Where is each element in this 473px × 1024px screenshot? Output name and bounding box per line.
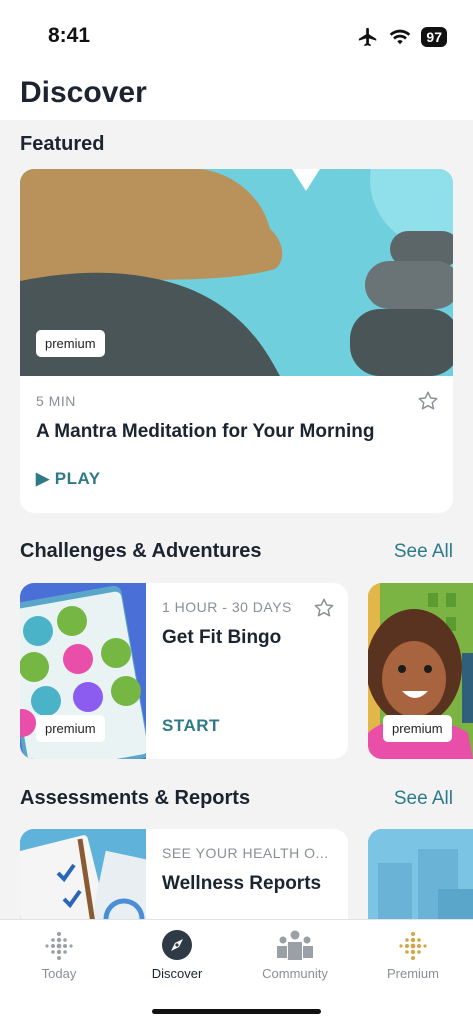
- featured-image: premium: [20, 169, 453, 376]
- status-icons: 97: [357, 26, 447, 48]
- tab-label: Today: [41, 966, 77, 981]
- tab-today[interactable]: Today: [0, 920, 118, 990]
- home-indicator: [152, 1009, 321, 1014]
- tab-bar: Today Discover Community Premium: [0, 919, 473, 1024]
- challenge-title: Get Fit Bingo: [162, 627, 282, 648]
- page-title: Discover: [20, 76, 147, 109]
- battery-icon: 97: [421, 27, 447, 47]
- assessments-see-all-link[interactable]: See All: [394, 788, 453, 810]
- premium-badge: premium: [36, 330, 105, 357]
- tab-discover[interactable]: Discover: [118, 920, 236, 990]
- wifi-icon: [390, 29, 411, 45]
- challenges-see-all-link[interactable]: See All: [394, 541, 453, 563]
- premium-dots-icon: [399, 932, 427, 960]
- premium-badge: premium: [383, 715, 452, 742]
- tab-premium[interactable]: Premium: [354, 920, 472, 990]
- tab-community[interactable]: Community: [236, 920, 354, 990]
- challenge-card-peek[interactable]: premium: [368, 583, 473, 759]
- compass-icon: [162, 930, 192, 960]
- play-button[interactable]: ▶ PLAY: [36, 469, 101, 489]
- tab-label: Premium: [386, 966, 439, 981]
- featured-section-title: Featured: [20, 133, 105, 155]
- featured-duration: 5 MIN: [36, 393, 76, 409]
- featured-card[interactable]: premium 5 MIN A Mantra Meditation for Yo…: [20, 169, 453, 513]
- status-time: 8:41: [48, 24, 91, 47]
- featured-title: A Mantra Meditation for Your Morning: [36, 421, 375, 442]
- status-bar: 8:41 97: [0, 0, 473, 68]
- airplane-icon: [359, 27, 377, 47]
- challenge-duration: 1 HOUR - 30 DAYS: [162, 599, 292, 615]
- challenges-section-title: Challenges & Adventures: [20, 540, 262, 562]
- start-button[interactable]: START: [162, 716, 220, 736]
- premium-badge: premium: [36, 715, 105, 742]
- challenge-card[interactable]: premium 1 HOUR - 30 DAYS Get Fit Bingo S…: [20, 583, 348, 759]
- tab-label: Discover: [151, 966, 203, 981]
- favorite-star-icon[interactable]: [417, 390, 439, 412]
- header: Discover: [0, 68, 473, 120]
- assessments-section-title: Assessments & Reports: [20, 787, 251, 809]
- favorite-star-icon[interactable]: [313, 597, 335, 619]
- report-caption: SEE YOUR HEALTH O...: [162, 845, 329, 861]
- report-title: Wellness Reports: [162, 873, 322, 894]
- tab-label: Community: [262, 966, 328, 981]
- bingo-thumbnail: premium: [20, 583, 146, 759]
- community-icon: [277, 930, 313, 960]
- today-dots-icon: [45, 932, 73, 960]
